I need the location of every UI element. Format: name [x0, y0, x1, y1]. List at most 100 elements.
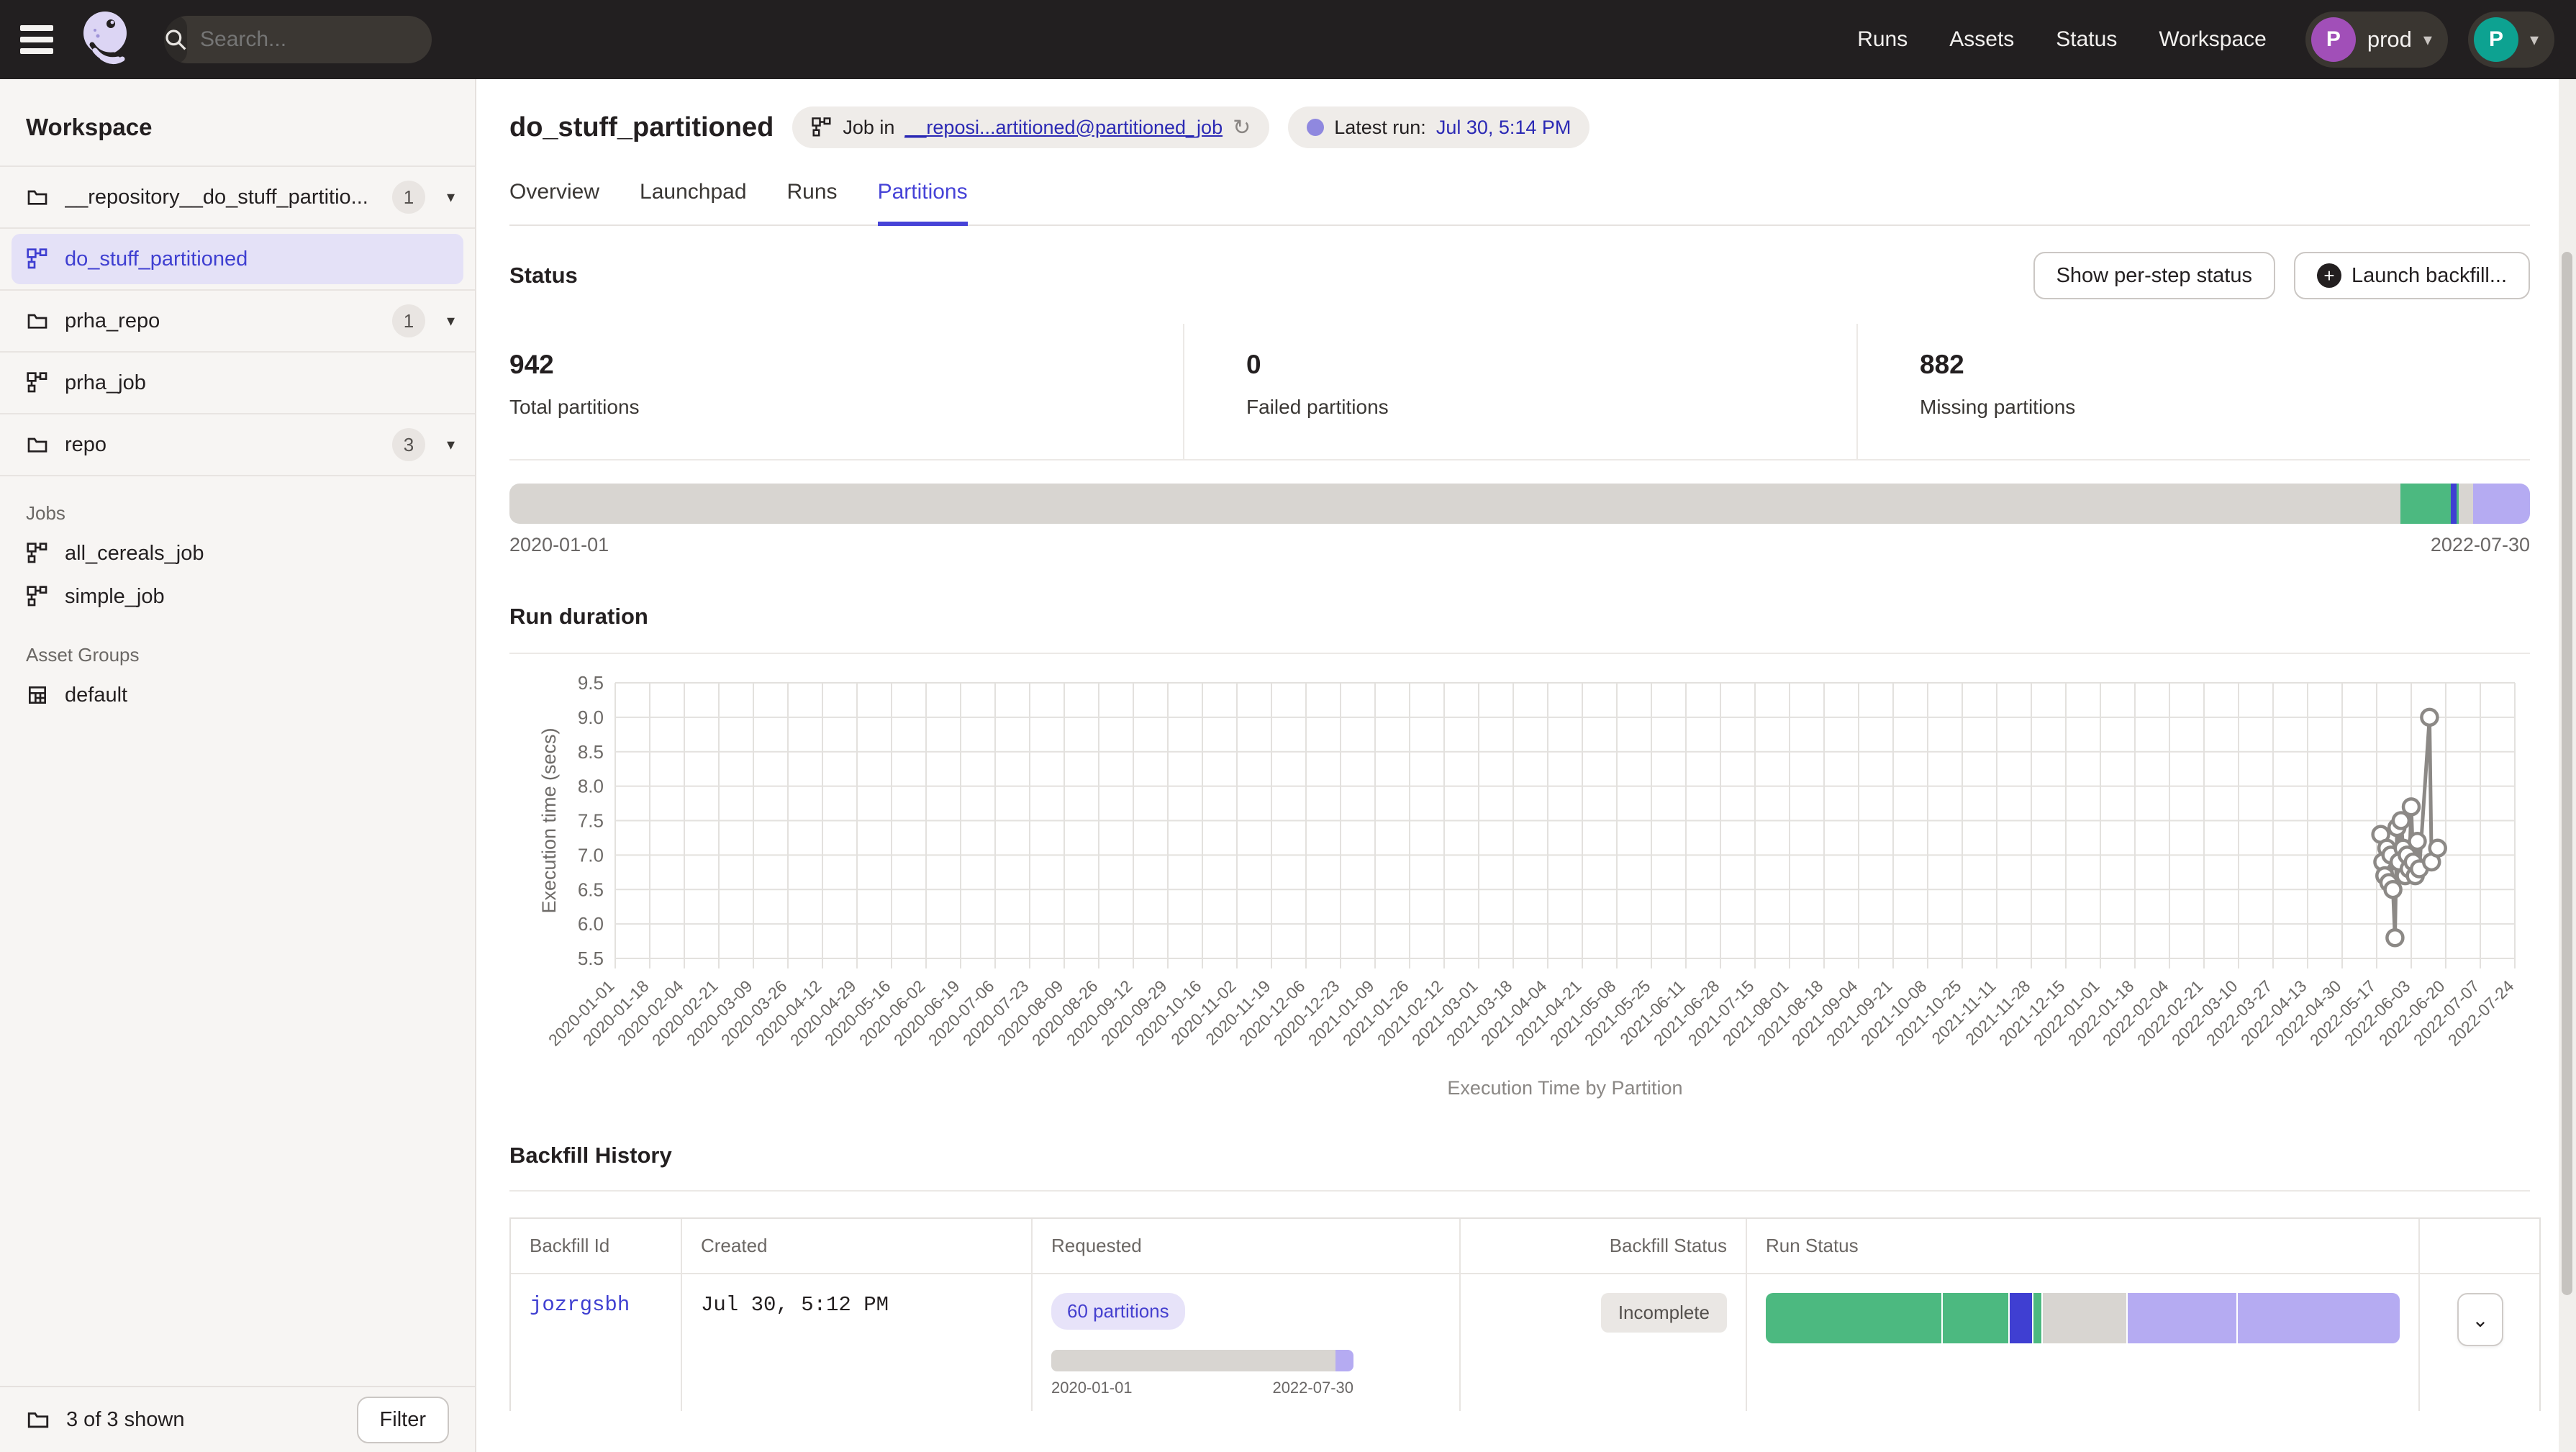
- job-icon: [26, 248, 49, 271]
- job-icon: [811, 117, 833, 138]
- green-segment: [1943, 1293, 2008, 1343]
- col-run-status: Run Status: [1747, 1219, 2420, 1273]
- page-header: do_stuff_partitioned Job in __reposi...a…: [509, 79, 2530, 148]
- vertical-scrollbar[interactable]: [2559, 79, 2576, 1452]
- asset-groups-list: default: [0, 673, 475, 717]
- chevron-down-icon: ▾: [2530, 30, 2539, 50]
- sidebar-item-prha-repo[interactable]: prha_repo1▾: [0, 291, 475, 353]
- repos-shown-count: 3 of 3 shown: [66, 1408, 341, 1432]
- caret-down-icon[interactable]: ▾: [447, 312, 455, 330]
- tab-partitions[interactable]: Partitions: [878, 180, 968, 226]
- svg-text:9.0: 9.0: [578, 707, 604, 728]
- stat-missing-partitions: 882 Missing partitions: [1856, 324, 2530, 459]
- job-origin-prefix: Job in: [843, 117, 894, 139]
- stat-value: 0: [1246, 350, 1856, 380]
- page-title: do_stuff_partitioned: [509, 112, 774, 143]
- nav-assets[interactable]: Assets: [1949, 27, 2014, 52]
- run-duration-heading: Run duration: [509, 604, 2530, 630]
- backfill-status-badge: Incomplete: [1601, 1293, 1727, 1333]
- count-badge: 1: [392, 181, 425, 214]
- partition-status-bar[interactable]: [509, 484, 2530, 524]
- folder-icon: [26, 186, 49, 209]
- asset-groups-heading: Asset Groups: [0, 618, 475, 673]
- chevron-down-icon: ▾: [2423, 30, 2432, 50]
- sidebar-asset-group-default[interactable]: default: [0, 673, 475, 717]
- requested-partitions-pill[interactable]: 60 partitions: [1051, 1293, 1185, 1330]
- user-menu[interactable]: P ▾: [2468, 12, 2554, 68]
- jobs-list: all_cereals_job simple_job: [0, 532, 475, 618]
- svg-text:7.0: 7.0: [578, 844, 604, 866]
- folder-icon: [26, 309, 49, 332]
- tab-runs[interactable]: Runs: [787, 180, 838, 226]
- dagster-logo-icon[interactable]: [78, 7, 140, 73]
- stat-value: 882: [1920, 350, 2530, 380]
- tab-overview[interactable]: Overview: [509, 180, 599, 226]
- latest-run-badge: Latest run: Jul 30, 5:14 PM: [1288, 106, 1589, 148]
- caret-down-icon[interactable]: ▾: [447, 435, 455, 454]
- sidebar-item-do_stuff_partitioned[interactable]: do_stuff_partitioned: [12, 234, 463, 284]
- blue-segment: [2451, 484, 2457, 524]
- status-heading: Status: [509, 263, 578, 289]
- caret-down-icon[interactable]: ▾: [447, 188, 455, 207]
- gray-segment: [2459, 484, 2473, 524]
- plus-icon: +: [2317, 263, 2341, 288]
- job-icon: [26, 542, 49, 565]
- sidebar-item-label: prha_job: [65, 371, 455, 395]
- latest-run-label: Latest run:: [1334, 117, 1426, 139]
- sidebar-item-label: do_stuff_partitioned: [65, 248, 449, 271]
- stat-value: 942: [509, 350, 1183, 380]
- stat-failed-partitions: 0 Failed partitions: [1183, 324, 1856, 459]
- requested-cell: 60 partitions 2020-01-01 2022-07-30: [1033, 1274, 1461, 1411]
- nav-status[interactable]: Status: [2056, 27, 2117, 52]
- sidebar-item-repo[interactable]: repo3▾: [0, 414, 475, 476]
- sidebar-item-label: prha_repo: [65, 309, 376, 333]
- search-box[interactable]: /: [164, 16, 432, 63]
- asset-group-label: default: [65, 684, 127, 707]
- sidebar-item--repository-do-stuff-partitio-[interactable]: __repository__do_stuff_partitio... 1 ▾: [0, 167, 475, 229]
- chart-caption: Execution Time by Partition: [1447, 1077, 1682, 1099]
- nav-workspace[interactable]: Workspace: [2159, 27, 2267, 52]
- deployment-label: prod: [2367, 27, 2412, 53]
- sidebar-item-label: __repository__do_stuff_partitio...: [65, 186, 376, 209]
- requested-progress-bar: [1051, 1350, 1353, 1371]
- launch-backfill-button[interactable]: + Launch backfill...: [2294, 252, 2530, 299]
- main-content: do_stuff_partitioned Job in __reposi...a…: [476, 79, 2576, 1452]
- svg-text:7.5: 7.5: [578, 810, 604, 832]
- sidebar-item-prha-job[interactable]: prha_job: [0, 353, 475, 414]
- sidebar-job-all_cereals_job[interactable]: all_cereals_job: [0, 532, 475, 575]
- svg-text:5.5: 5.5: [578, 948, 604, 969]
- backfill-history-heading: Backfill History: [509, 1143, 2530, 1169]
- job-origin-link[interactable]: __reposi...artitioned@partitioned_job: [904, 117, 1223, 139]
- svg-text:8.5: 8.5: [578, 741, 604, 763]
- search-input[interactable]: [187, 27, 432, 52]
- latest-run-link[interactable]: Jul 30, 5:14 PM: [1436, 117, 1572, 139]
- run-status-bar[interactable]: [1766, 1293, 2400, 1343]
- folder-icon: [26, 1407, 50, 1432]
- asset-group-icon: [26, 684, 49, 707]
- show-per-step-status-button[interactable]: Show per-step status: [2033, 252, 2275, 299]
- sidebar-job-simple_job[interactable]: simple_job: [0, 575, 475, 618]
- deployment-switcher[interactable]: P prod ▾: [2305, 12, 2448, 68]
- expand-row-button[interactable]: ⌄: [2457, 1293, 2503, 1346]
- nav-runs[interactable]: Runs: [1857, 27, 1908, 52]
- scrollbar-thumb[interactable]: [2562, 252, 2572, 1295]
- topbar: / Runs Assets Status Workspace P prod ▾ …: [0, 0, 2576, 79]
- filter-button[interactable]: Filter: [357, 1397, 449, 1443]
- partition-range-start: 2020-01-01: [509, 534, 609, 556]
- count-badge: 3: [392, 428, 425, 461]
- top-navigation: Runs Assets Status Workspace: [1857, 27, 2267, 52]
- lavender-segment: [2473, 484, 2530, 524]
- job-label: simple_job: [65, 585, 165, 609]
- tab-launchpad[interactable]: Launchpad: [640, 180, 746, 226]
- backfill-id-link[interactable]: jozrgsbh: [530, 1293, 630, 1317]
- partition-stats: 942 Total partitions0 Failed partitions8…: [509, 324, 2530, 460]
- hamburger-menu-icon[interactable]: [20, 25, 53, 54]
- search-icon: [164, 16, 187, 63]
- job-icon: [26, 585, 49, 608]
- partition-range-end: 2022-07-30: [2431, 534, 2530, 556]
- svg-text:6.5: 6.5: [578, 879, 604, 900]
- table-header-row: Backfill Id Created Requested Backfill S…: [511, 1219, 2539, 1274]
- repository-list: __repository__do_stuff_partitio... 1 ▾ do_…: [0, 165, 475, 476]
- refresh-icon[interactable]: ↻: [1233, 115, 1251, 140]
- status-section-header: Status Show per-step status + Launch bac…: [509, 252, 2530, 299]
